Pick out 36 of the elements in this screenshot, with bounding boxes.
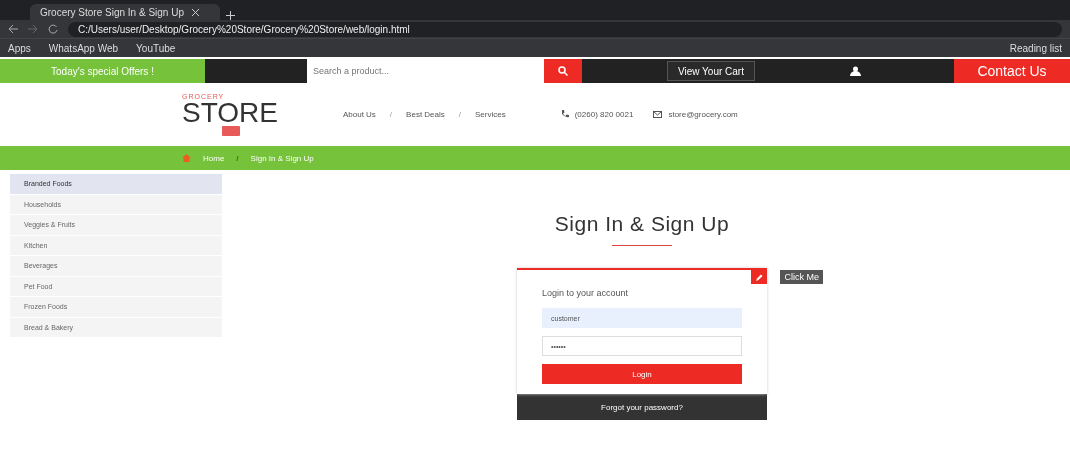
tooltip: Click Me bbox=[780, 270, 823, 284]
bookmark-link[interactable]: WhatsApp Web bbox=[48, 42, 119, 54]
browser-tab[interactable]: Grocery Store Sign In & Sign Up bbox=[30, 4, 220, 20]
toggle-button[interactable] bbox=[751, 270, 767, 284]
phone-icon bbox=[560, 110, 569, 118]
nav-link[interactable]: Best Deals bbox=[406, 109, 445, 119]
breadcrumb-separator: / bbox=[236, 153, 239, 163]
close-icon[interactable] bbox=[191, 8, 199, 16]
view-cart-button[interactable]: View Your Cart bbox=[667, 61, 755, 81]
bookmark-link[interactable]: YouTube bbox=[136, 42, 176, 54]
email-address[interactable]: store@grocery.com bbox=[668, 109, 738, 119]
nav-link[interactable]: Services bbox=[475, 109, 506, 119]
login-button[interactable]: Login bbox=[542, 364, 742, 384]
user-icon[interactable] bbox=[849, 66, 861, 76]
address-bar[interactable]: C:/Users/user/Desktop/Grocery%20Store/Grocery%20Store/web/login.html bbox=[68, 21, 1062, 37]
page-title: Sign In & Sign Up bbox=[554, 212, 730, 236]
nav-separator: / bbox=[458, 109, 461, 119]
bookmark-link[interactable]: Reading list bbox=[1009, 42, 1062, 54]
phone-number: (0260) 820 0021 bbox=[574, 109, 634, 119]
search-icon bbox=[558, 66, 568, 76]
home-icon bbox=[182, 154, 191, 162]
mail-icon bbox=[653, 110, 663, 118]
login-heading: Login to your account bbox=[542, 288, 630, 298]
back-icon[interactable] bbox=[8, 24, 18, 34]
search-button[interactable] bbox=[544, 59, 582, 83]
title-underline bbox=[612, 245, 672, 246]
store-logo[interactable]: STORE bbox=[182, 99, 278, 126]
nav-separator: / bbox=[389, 109, 393, 119]
nav-link[interactable]: About Us bbox=[342, 109, 376, 119]
contact-us-button[interactable]: Contact Us bbox=[954, 59, 1070, 83]
plus-icon[interactable] bbox=[226, 11, 235, 20]
search-field[interactable]: Search a product... bbox=[307, 59, 544, 83]
pencil-icon bbox=[755, 273, 763, 281]
reload-icon[interactable] bbox=[48, 24, 58, 34]
forgot-password-link[interactable]: Forgot your password? bbox=[517, 394, 767, 420]
bookmark-link[interactable]: Apps bbox=[8, 42, 31, 54]
